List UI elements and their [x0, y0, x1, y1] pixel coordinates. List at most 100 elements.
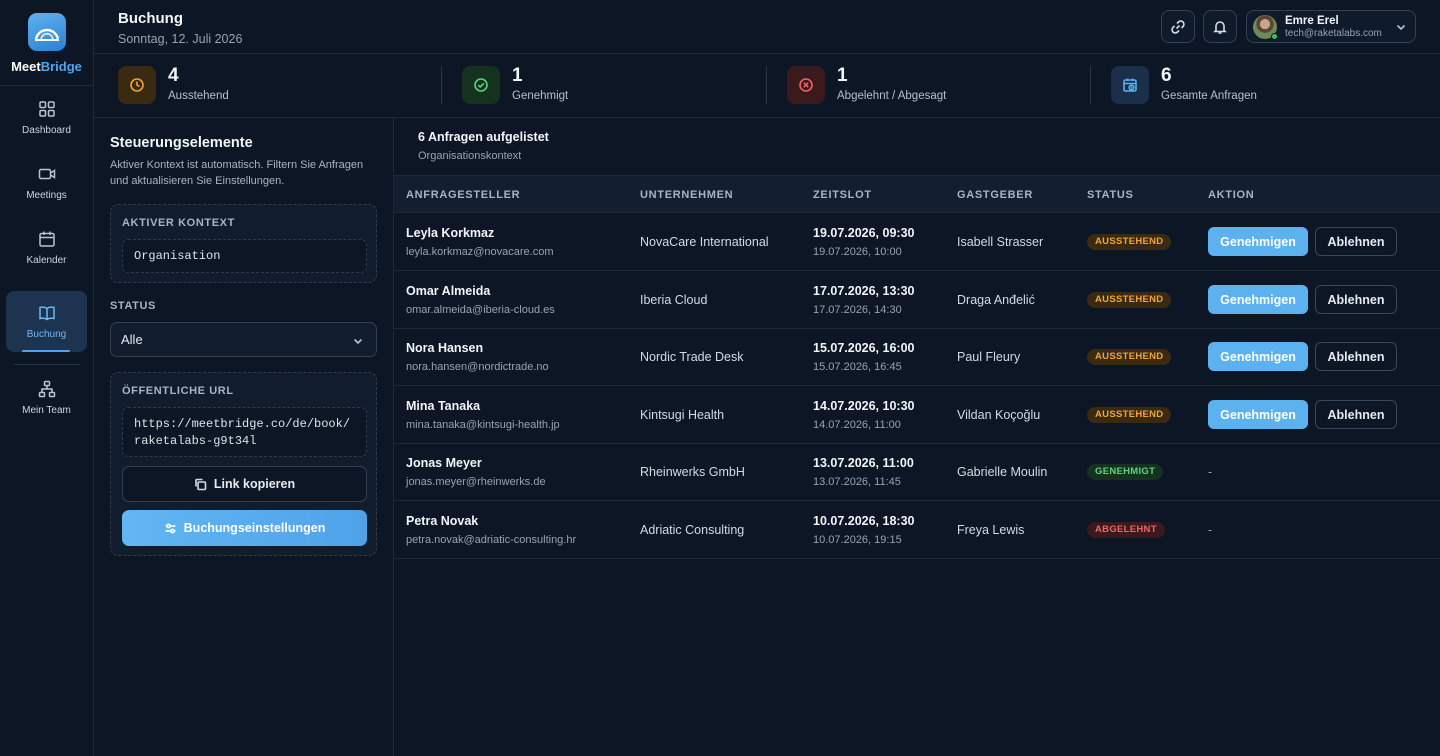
- nav-item-dashboard[interactable]: Dashboard: [6, 87, 87, 149]
- public-url-line: https://meetbridge.co/de/book/: [134, 417, 351, 431]
- table-header: ANFRAGESTELLER UNTERNEHMEN ZEITSLOT GAST…: [394, 175, 1440, 213]
- stat-label: Abgelehnt / Abgesagt: [837, 90, 947, 102]
- page-title: Buchung: [118, 10, 183, 27]
- page-date: Sonntag, 12. Juli 2026: [118, 32, 243, 46]
- approve-button[interactable]: Genehmigen: [1208, 227, 1308, 256]
- requester-name: Jonas Meyer: [406, 456, 482, 470]
- list-count: 6 Anfragen aufgelistet: [418, 130, 549, 144]
- table-row: Nora Hansen nora.hansen@nordictrade.no N…: [394, 328, 1440, 386]
- requester-email: omar.almeida@iberia-cloud.es: [406, 304, 555, 316]
- nav-item-meetings[interactable]: Meetings: [6, 152, 87, 214]
- active-context-value: Organisation: [122, 239, 367, 273]
- chevron-down-icon: [1396, 24, 1406, 31]
- approve-button[interactable]: Genehmigen: [1208, 285, 1308, 314]
- status-label: STATUS: [110, 300, 156, 312]
- host: Isabell Strasser: [957, 235, 1044, 249]
- slot-start: 10.07.2026, 18:30: [813, 514, 915, 528]
- nav-label: Dashboard: [22, 125, 71, 136]
- requester-name: Petra Novak: [406, 514, 479, 528]
- reject-button[interactable]: Ablehnen: [1315, 285, 1397, 314]
- table-row: Omar Almeida omar.almeida@iberia-cloud.e…: [394, 271, 1440, 329]
- public-url-value[interactable]: https://meetbridge.co/de/book/ raketalab…: [122, 407, 367, 457]
- reject-button[interactable]: Ablehnen: [1315, 400, 1397, 429]
- link-icon: [1171, 19, 1185, 34]
- stat-value: 1: [512, 65, 523, 86]
- notifications-button[interactable]: [1203, 10, 1237, 43]
- user-name: Emre Erel: [1285, 15, 1339, 27]
- grid-icon: [38, 101, 55, 117]
- copy-link-label: Link kopieren: [213, 477, 296, 491]
- nav-divider: [14, 364, 80, 365]
- org-chart-icon: [38, 380, 55, 398]
- stat-label: Genehmigt: [512, 90, 569, 102]
- table-row: Jonas Meyer jonas.meyer@rheinwerks.de Rh…: [394, 443, 1440, 501]
- booking-settings-button[interactable]: Buchungseinstellungen: [122, 510, 367, 546]
- nav-label: Meetings: [26, 190, 67, 201]
- company: NovaCare International: [640, 235, 769, 249]
- host: Freya Lewis: [957, 523, 1025, 537]
- nav-item-buchung[interactable]: Buchung: [6, 291, 87, 352]
- user-menu[interactable]: Emre Erel tech@raketalabs.com: [1246, 10, 1416, 43]
- public-url-line: raketalabs-g9t34l: [134, 434, 257, 448]
- table-row: Leyla Korkmaz leyla.korkmaz@novacare.com…: [394, 213, 1440, 271]
- approve-button[interactable]: Genehmigen: [1208, 400, 1308, 429]
- no-action: -: [1208, 465, 1213, 479]
- slot-start: 19.07.2026, 09:30: [813, 226, 915, 240]
- bell-icon: [1213, 20, 1227, 34]
- public-url-label: ÖFFENTLICHE URL: [122, 385, 234, 397]
- nav-item-mein-team[interactable]: Mein Team: [6, 367, 87, 429]
- reject-button[interactable]: Ablehnen: [1315, 227, 1397, 256]
- requests-list: 6 Anfragen aufgelistet Organisationskont…: [394, 118, 1440, 756]
- booking-settings-label: Buchungseinstellungen: [183, 521, 326, 535]
- slot-start: 15.07.2026, 16:00: [813, 341, 915, 355]
- calendar-icon: [38, 231, 55, 247]
- avatar: [1253, 15, 1278, 40]
- status-badge: AUSSTEHEND: [1087, 234, 1172, 250]
- slot-end: 14.07.2026, 11:00: [813, 419, 901, 431]
- stat-value: 6: [1161, 65, 1172, 86]
- company: Iberia Cloud: [640, 293, 708, 307]
- divider: [441, 66, 442, 104]
- book-icon: [38, 305, 55, 320]
- requester-email: mina.tanaka@kintsugi-health.jp: [406, 419, 560, 431]
- reject-button[interactable]: Ablehnen: [1315, 342, 1397, 371]
- company: Kintsugi Health: [640, 408, 725, 422]
- requester-email: petra.novak@adriatic-consulting.hr: [406, 534, 577, 546]
- requester-name: Omar Almeida: [406, 284, 491, 298]
- company: Adriatic Consulting: [640, 523, 745, 537]
- table-row: Petra Novak petra.novak@adriatic-consult…: [394, 501, 1440, 559]
- slot-end: 17.07.2026, 14:30: [813, 304, 902, 316]
- requester-name: Mina Tanaka: [406, 399, 481, 413]
- slot-end: 13.07.2026, 11:45: [813, 476, 901, 488]
- brand: MeetBridge: [0, 0, 93, 86]
- divider: [1090, 66, 1091, 104]
- table-row: Mina Tanaka mina.tanaka@kintsugi-health.…: [394, 386, 1440, 444]
- active-indicator: [22, 350, 70, 352]
- status-badge: AUSSTEHEND: [1087, 407, 1172, 423]
- sidebar: MeetBridge Dashboard Meetings Kalender B…: [0, 0, 94, 756]
- requester-email: leyla.korkmaz@novacare.com: [406, 246, 554, 258]
- check-circle-icon: [462, 66, 500, 104]
- online-status-dot: [1271, 33, 1278, 40]
- column-header: UNTERNEHMEN: [640, 189, 734, 201]
- controls-description: Aktiver Kontext ist automatisch. Filtern…: [110, 159, 364, 187]
- divider: [766, 66, 767, 104]
- nav-label: Buchung: [26, 328, 67, 340]
- column-header: GASTGEBER: [957, 189, 1033, 201]
- status-badge: AUSSTEHEND: [1087, 292, 1172, 308]
- status-select[interactable]: Alle: [110, 322, 377, 357]
- calendar-clock-icon: [1111, 66, 1149, 104]
- copy-link-button[interactable]: [1161, 10, 1195, 43]
- host: Gabrielle Moulin: [957, 465, 1048, 479]
- list-context: Organisationskontext: [418, 150, 522, 162]
- nav-item-kalender[interactable]: Kalender: [6, 217, 87, 279]
- clock-icon: [118, 66, 156, 104]
- stat-value: 4: [168, 65, 179, 86]
- copy-link-button[interactable]: Link kopieren: [122, 466, 367, 502]
- slot-start: 13.07.2026, 11:00: [813, 456, 914, 470]
- slot-end: 19.07.2026, 10:00: [813, 246, 902, 258]
- nav-label: Kalender: [26, 255, 67, 266]
- approve-button[interactable]: Genehmigen: [1208, 342, 1308, 371]
- active-context-label: AKTIVER KONTEXT: [122, 217, 235, 229]
- requester-email: jonas.meyer@rheinwerks.de: [406, 476, 546, 488]
